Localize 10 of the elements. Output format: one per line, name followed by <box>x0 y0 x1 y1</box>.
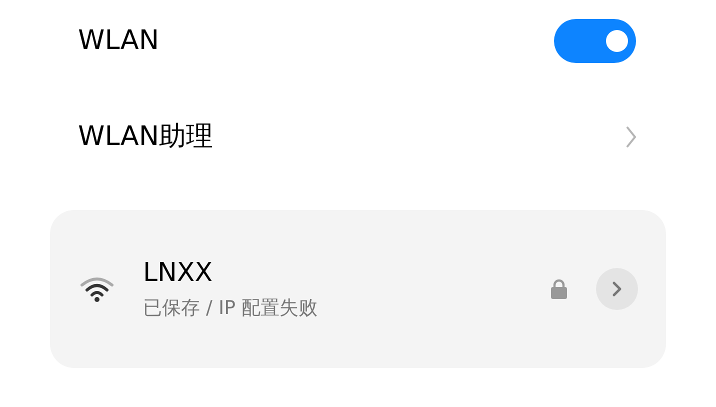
chevron-right-icon <box>626 126 636 148</box>
network-status: 已保存 / IP 配置失败 <box>143 296 319 321</box>
wlan-assistant-label[interactable]: WLAN助理 <box>78 116 214 158</box>
wlan-toggle[interactable] <box>554 19 636 63</box>
chevron-right-icon <box>612 281 622 297</box>
wifi-icon <box>80 276 114 302</box>
network-name: LNXX <box>143 256 214 290</box>
network-card[interactable]: LNXX 已保存 / IP 配置失败 <box>50 210 666 368</box>
network-details-button[interactable] <box>596 268 638 310</box>
wlan-label: WLAN <box>78 24 160 58</box>
